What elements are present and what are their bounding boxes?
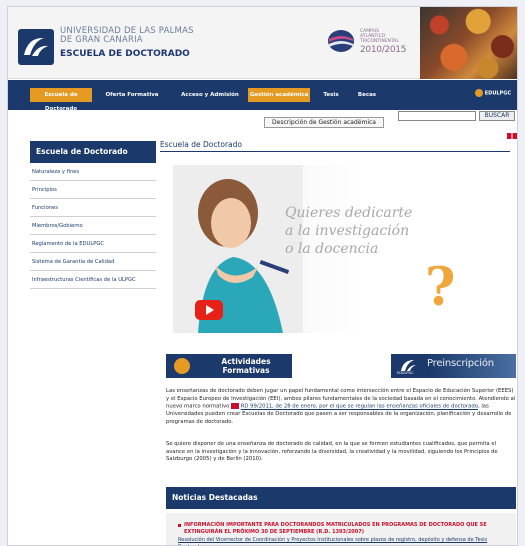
title-divider xyxy=(160,151,510,152)
news-item-title[interactable]: INFORMACIÓN IMPORTANTE PARA DOCTORANDOS … xyxy=(184,522,509,536)
ulpgc-logo-icon[interactable] xyxy=(18,29,54,65)
page-title: Escuela de Doctorado xyxy=(160,140,243,149)
hero-line-1: Quieres dedicarte xyxy=(285,205,413,221)
preinscription-button[interactable]: EDULPGC Preinscripción xyxy=(391,354,516,378)
edulpgc-icon xyxy=(474,89,483,97)
spices-banner-image xyxy=(420,7,517,79)
intro-paragraph-1: Las enseñanzas de doctorado deben jugar … xyxy=(166,388,516,425)
nav-edulpgc[interactable]: EDULPGC xyxy=(474,89,511,97)
nav-becas[interactable]: Becas xyxy=(356,88,378,102)
rd-decree-link[interactable]: RD 99/2011, de 28 de enero, por el que s… xyxy=(241,404,478,410)
search-input[interactable] xyxy=(398,111,476,121)
sidebar-item-principios[interactable]: Principios xyxy=(30,181,156,199)
play-video-icon[interactable] xyxy=(195,300,223,320)
sidebar-item-miembros[interactable]: Miembros/Gobierno xyxy=(30,217,156,235)
cei-logo-icon xyxy=(328,30,354,52)
sidebar-item-infraestructuras[interactable]: Infraestructuras Científicas de la ULPGC xyxy=(30,271,156,289)
preinscription-label: Preinscripción xyxy=(427,358,494,369)
news-heading: Noticias Destacadas xyxy=(166,487,516,509)
news-bullet-icon xyxy=(178,524,181,527)
hero-video-banner[interactable]: Quieres dedicarte a la investigación o l… xyxy=(173,165,495,333)
search-button[interactable]: BUSCAR xyxy=(479,111,515,121)
nav-oferta-formativa[interactable]: Oferta Formativa xyxy=(100,88,164,102)
page: UNIVERSIDAD DE LAS PALMAS DE GRAN CANARI… xyxy=(7,6,518,546)
nav-tesis[interactable]: Tesis xyxy=(320,88,342,102)
main-nav: Escuela de Doctorado Oferta Formativa Ac… xyxy=(8,80,517,112)
sidebar-item-funciones[interactable]: Funciones xyxy=(30,199,156,217)
pdf-icon xyxy=(231,403,240,409)
hero-line-2: a la investigación xyxy=(285,223,410,239)
english-flag-icon[interactable] xyxy=(507,133,517,139)
preinscription-sub: EDULPGC xyxy=(397,371,414,375)
sidebar-item-reglamento[interactable]: Reglamento de la EDULPGC xyxy=(30,235,156,253)
cei-text: CAMPUS ATLÁNTICO TRICONTINENTAL xyxy=(360,29,399,44)
header: UNIVERSIDAD DE LAS PALMAS DE GRAN CANARI… xyxy=(8,7,517,79)
question-mark-icon: ? xyxy=(425,257,456,318)
school-name: ESCUELA DE DOCTORADO xyxy=(60,49,190,59)
news-list: INFORMACIÓN IMPORTANTE PARA DOCTORANDOS … xyxy=(166,513,516,545)
nav-escuela-doctorado[interactable]: Escuela de Doctorado xyxy=(30,88,92,112)
intro-paragraph-2: Se quiere disponer de una enseñanza de d… xyxy=(166,441,498,462)
cei-years: 2010/2015 xyxy=(360,45,407,55)
gestion-description-button[interactable]: Descripción de Gestión académica xyxy=(264,117,384,128)
nav-acceso-admision[interactable]: Acceso y Admisión xyxy=(178,88,242,102)
nav-gestion-academica[interactable]: Gestión académica xyxy=(248,88,310,102)
news-item-link[interactable]: Resolución del Vicerrector de Coordinaci… xyxy=(178,537,508,545)
sidebar-item-naturaleza[interactable]: Naturaleza y fines xyxy=(30,163,156,181)
university-name: UNIVERSIDAD DE LAS PALMAS DE GRAN CANARI… xyxy=(60,26,194,45)
sidebar-title: Escuela de Doctorado xyxy=(30,141,156,163)
sidebar: Escuela de Doctorado Naturaleza y fines … xyxy=(30,141,156,289)
graduation-cap-icon xyxy=(174,358,190,374)
hero-line-3: o la docencia xyxy=(285,241,379,257)
activities-label: Actividades Formativas xyxy=(221,357,271,375)
sidebar-item-calidad[interactable]: Sistema de Garantía de Calidad xyxy=(30,253,156,271)
activities-button[interactable]: Actividades Formativas xyxy=(166,354,292,378)
student-photo xyxy=(173,165,303,333)
